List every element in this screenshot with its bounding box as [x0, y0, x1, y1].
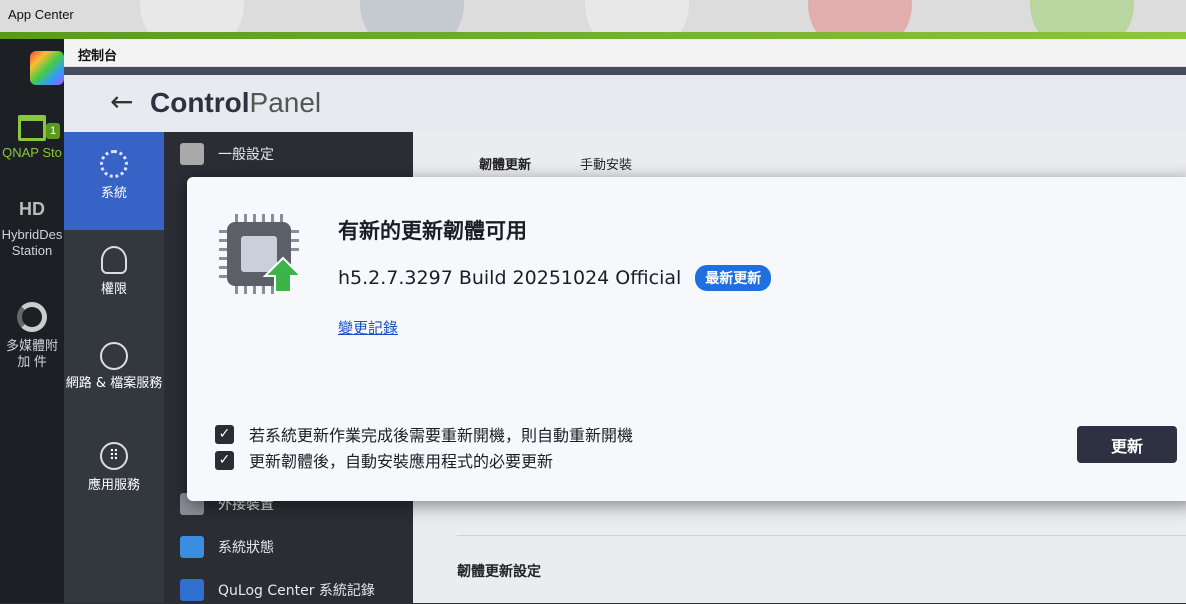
firmware-chip-icon	[219, 214, 303, 294]
back-arrow-icon[interactable]: ←	[110, 85, 133, 118]
auto-restart-label: 若系統更新作業完成後需要重新開機，則自動重新開機	[249, 426, 634, 445]
accent-bar	[0, 32, 1186, 39]
control-panel-header: ← ControlPanel	[64, 75, 1186, 132]
user-icon	[101, 246, 127, 274]
auto-restart-checkbox-row[interactable]: ✓ 若系統更新作業完成後需要重新開機，則自動重新開機	[215, 422, 633, 446]
section-divider	[457, 535, 1186, 536]
dialog-title: 有新的更新韌體可用	[338, 219, 527, 243]
update-button[interactable]: 更新	[1077, 426, 1177, 463]
app-center-titlebar: App Center	[0, 0, 1186, 32]
tab-manual-install[interactable]: 手動安裝	[580, 154, 632, 173]
app-grid-icon[interactable]	[30, 51, 64, 85]
category-label: 網路 & 檔案服務	[65, 376, 163, 391]
update-count-badge: 1	[46, 123, 61, 139]
background-app-icon	[585, 0, 689, 32]
firmware-settings-title: 韌體更新設定	[457, 564, 541, 580]
auto-update-apps-checkbox[interactable]: ✓	[215, 450, 234, 470]
category-system[interactable]: 系統	[64, 132, 164, 230]
hybriddesk-icon: HD	[19, 199, 45, 219]
clipboard-icon	[180, 143, 204, 165]
store-icon	[18, 115, 46, 141]
app-rail: QNAP Sto 1 HD HybridDes Station 多媒體附加 件	[0, 39, 64, 603]
auto-update-apps-checkbox-row[interactable]: ✓ 更新韌體後，自動安裝應用程式的必要更新	[215, 448, 553, 472]
category-label: 應用服務	[87, 478, 140, 493]
gear-icon	[100, 150, 128, 178]
log-icon	[180, 579, 204, 601]
globe-icon	[100, 342, 128, 370]
sub-item-label: 系統狀態	[218, 540, 274, 556]
rail-item-hybriddesk[interactable]: HD HybridDes Station	[0, 199, 64, 259]
sub-item-system-status[interactable]: 系統狀態	[180, 533, 274, 561]
rail-item-label: 多媒體附加 件	[5, 338, 58, 369]
background-app-icon	[140, 0, 244, 32]
firmware-version-row: h5.2.7.3297 Build 20251024 Official 最新更新	[338, 265, 772, 291]
category-sidebar: 系統 權限 網路 & 檔案服務 ⠿ 應用服務	[64, 132, 164, 603]
sub-item-qulog[interactable]: QuLog Center 系統記錄	[180, 576, 375, 604]
background-app-icon	[808, 0, 912, 32]
control-panel-logo: ControlPanel	[150, 87, 322, 118]
category-applications[interactable]: ⠿ 應用服務	[64, 442, 164, 502]
grid-icon: ⠿	[100, 442, 128, 470]
sub-item-label: 一般設定	[218, 147, 274, 163]
window-title: 控制台	[78, 49, 118, 64]
category-permissions[interactable]: 權限	[64, 246, 164, 306]
release-notes-link[interactable]: 變更記錄	[338, 317, 398, 338]
monitor-icon	[180, 536, 204, 558]
background-app-icon	[1030, 0, 1134, 32]
window-titlebar: 控制台	[64, 39, 1186, 67]
app-center-title: App Center	[8, 7, 74, 22]
rail-item-label: HybridDes Station	[1, 227, 63, 258]
firmware-update-dialog: 有新的更新韌體可用 h5.2.7.3297 Build 20251024 Off…	[187, 177, 1186, 501]
sub-item-label: QuLog Center 系統記錄	[218, 583, 375, 599]
rail-item-label: QNAP Sto	[2, 145, 62, 160]
tab-firmware-update[interactable]: 韌體更新	[479, 154, 532, 179]
firmware-version: h5.2.7.3297 Build 20251024 Official	[338, 267, 682, 289]
sub-item-general[interactable]: 一般設定	[180, 140, 274, 168]
aperture-icon	[17, 302, 47, 332]
auto-restart-checkbox[interactable]: ✓	[215, 424, 234, 444]
latest-update-badge: 最新更新	[695, 265, 772, 291]
header-strip	[64, 67, 1186, 75]
background-app-icon	[360, 0, 464, 32]
auto-update-apps-label: 更新韌體後，自動安裝應用程式的必要更新	[249, 452, 554, 471]
category-label: 權限	[100, 282, 127, 297]
rail-item-qnap-store[interactable]: QNAP Sto 1	[0, 115, 64, 161]
category-network[interactable]: 網路 & 檔案服務	[64, 342, 164, 412]
category-label: 系統	[100, 186, 127, 201]
rail-item-multimedia[interactable]: 多媒體附加 件	[0, 302, 64, 370]
